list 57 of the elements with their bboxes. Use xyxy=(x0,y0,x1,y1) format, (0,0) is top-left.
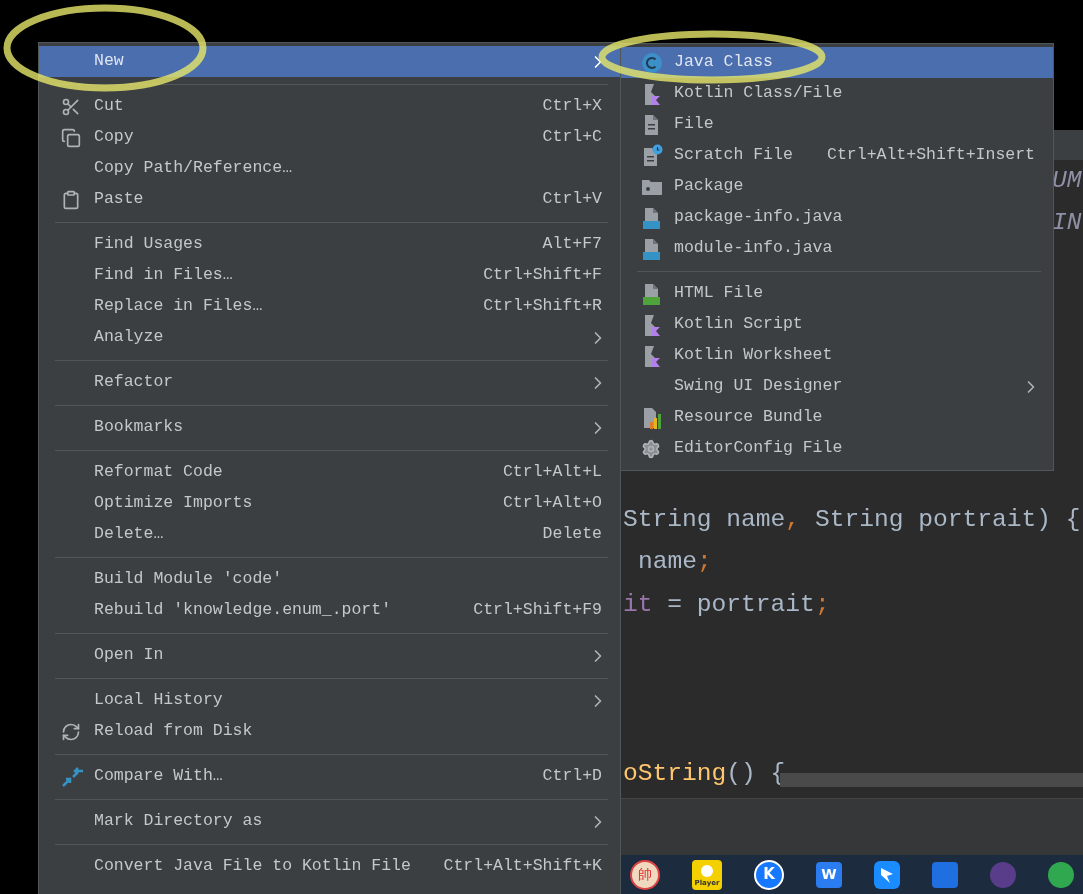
menu-item[interactable]: Analyze xyxy=(39,322,620,353)
menu-item[interactable]: Find Usages Alt+F7 xyxy=(39,229,620,260)
code-line: UM xyxy=(1052,165,1082,196)
menu-item[interactable]: Kotlin Script xyxy=(621,309,1053,340)
menu-item[interactable]: Swing UI Designer xyxy=(621,371,1053,402)
code-line: name; xyxy=(638,547,712,578)
menu-item[interactable]: module-info.java xyxy=(621,233,1053,264)
menu-item[interactable]: HTML File xyxy=(621,278,1053,309)
menu-item[interactable]: Compare With… Ctrl+D xyxy=(39,761,620,792)
app-icon[interactable]: W xyxy=(816,861,842,888)
menu-item[interactable]: Kotlin Class/File xyxy=(621,78,1053,109)
menu-item[interactable]: File xyxy=(621,109,1053,140)
menu-item[interactable]: Bookmarks xyxy=(39,412,620,443)
menu-item[interactable]: New xyxy=(39,46,620,77)
menu-item[interactable]: Package xyxy=(621,171,1053,202)
menu-item[interactable]: Paste Ctrl+V xyxy=(39,184,620,215)
menu-item[interactable]: Mark Directory as xyxy=(39,806,620,837)
menu-item[interactable]: Reformat Code Ctrl+Alt+L xyxy=(39,457,620,488)
app-icon[interactable]: K xyxy=(754,859,784,890)
app-icon[interactable] xyxy=(932,861,958,888)
menu-item[interactable]: Replace in Files… Ctrl+Shift+R xyxy=(39,291,620,322)
file-icon xyxy=(641,236,661,261)
menu-item[interactable]: Reload from Disk xyxy=(39,716,620,747)
menu-item[interactable]: Kotlin Worksheet xyxy=(621,340,1053,371)
menu-item[interactable]: Local History xyxy=(39,685,620,716)
app-icon[interactable] xyxy=(1048,861,1074,888)
menu-item[interactable]: Java Class xyxy=(621,47,1053,78)
compare-arrows-icon xyxy=(61,764,85,789)
copy-icon xyxy=(61,127,81,148)
clipboard-icon xyxy=(61,189,81,210)
menu-item[interactable]: Open In xyxy=(39,640,620,671)
menu-item[interactable]: Delete… Delete xyxy=(39,519,620,550)
menu-item[interactable]: Resource Bundle xyxy=(621,402,1053,433)
file-icon xyxy=(641,205,661,230)
scissors-icon xyxy=(61,96,81,117)
menu-item[interactable]: Refactor xyxy=(39,367,620,398)
menu-item[interactable]: Find in Files… Ctrl+Shift+F xyxy=(39,260,620,291)
menu-item[interactable]: Rebuild 'knowledge.enum_.port' Ctrl+Shift+F9 xyxy=(39,595,620,626)
gear-icon xyxy=(641,438,661,459)
code-line: IN xyxy=(1052,208,1082,239)
menu-item[interactable]: package-info.java xyxy=(621,202,1053,233)
menu-item[interactable]: EditorConfig File xyxy=(621,433,1053,464)
menu-item[interactable]: Convert Java File to Kotlin File Ctrl+Alt+Shift+K xyxy=(39,851,620,882)
menu-item[interactable]: Copy Path/Reference… xyxy=(39,153,620,184)
code-line: String name, String portrait) { xyxy=(623,504,1081,535)
menu-item[interactable]: Build Module 'code' xyxy=(39,564,620,595)
menu-item[interactable]: Scratch File Ctrl+Alt+Shift+Insert xyxy=(621,140,1053,171)
code-line: it = portrait; xyxy=(623,589,830,620)
class-icon xyxy=(641,51,663,74)
chess-app-icon[interactable]: 帥 xyxy=(630,859,660,890)
menu-item[interactable]: Optimize Imports Ctrl+Alt+O xyxy=(39,488,620,519)
file-icon xyxy=(641,281,661,306)
refresh-icon xyxy=(61,721,81,742)
resource-bundle-icon xyxy=(641,405,663,430)
menu-item[interactable]: Copy Ctrl+C xyxy=(39,122,620,153)
scratch-file-icon xyxy=(641,143,663,168)
menu-item[interactable]: Cut Ctrl+X xyxy=(39,91,620,122)
